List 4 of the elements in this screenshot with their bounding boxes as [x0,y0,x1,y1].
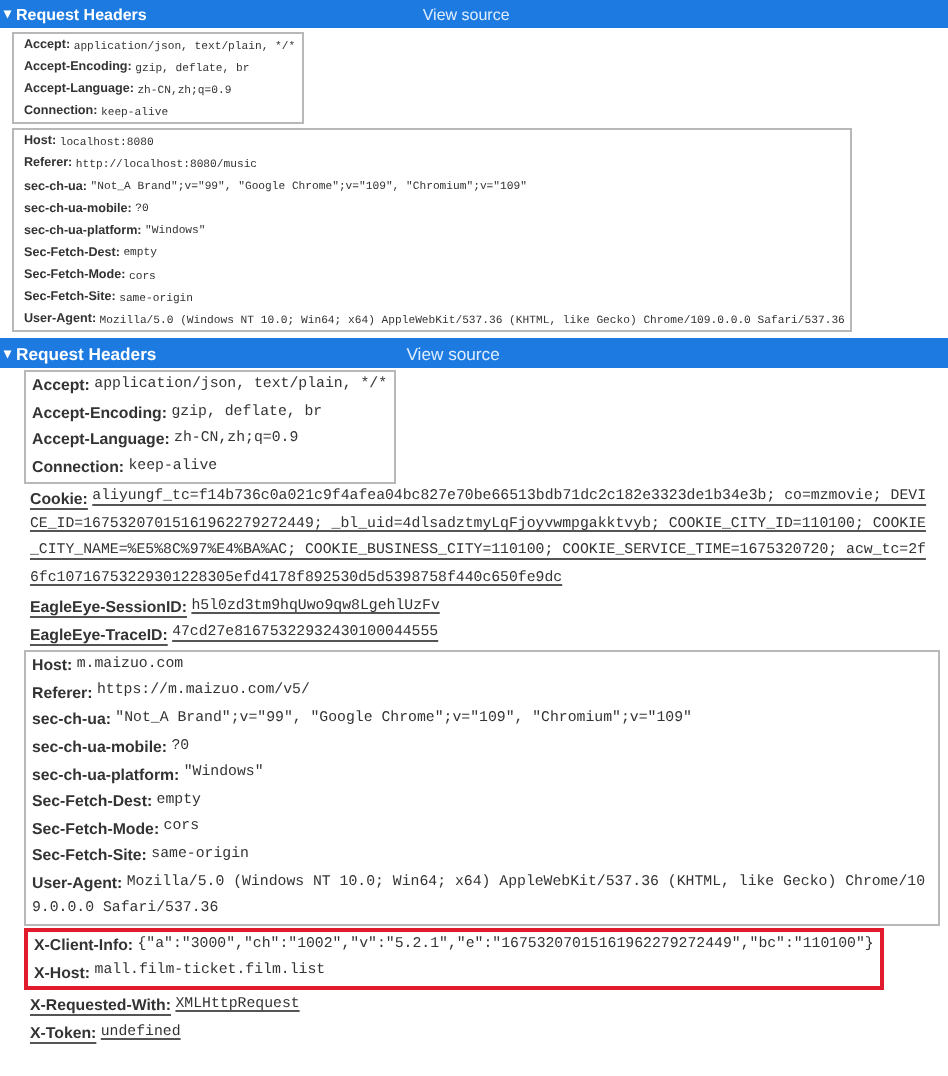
section-title: Request Headers [16,343,157,364]
view-source-link[interactable]: View source [406,343,500,364]
view-source-link[interactable]: View source [422,5,510,23]
section-title: Request Headers [16,5,147,23]
